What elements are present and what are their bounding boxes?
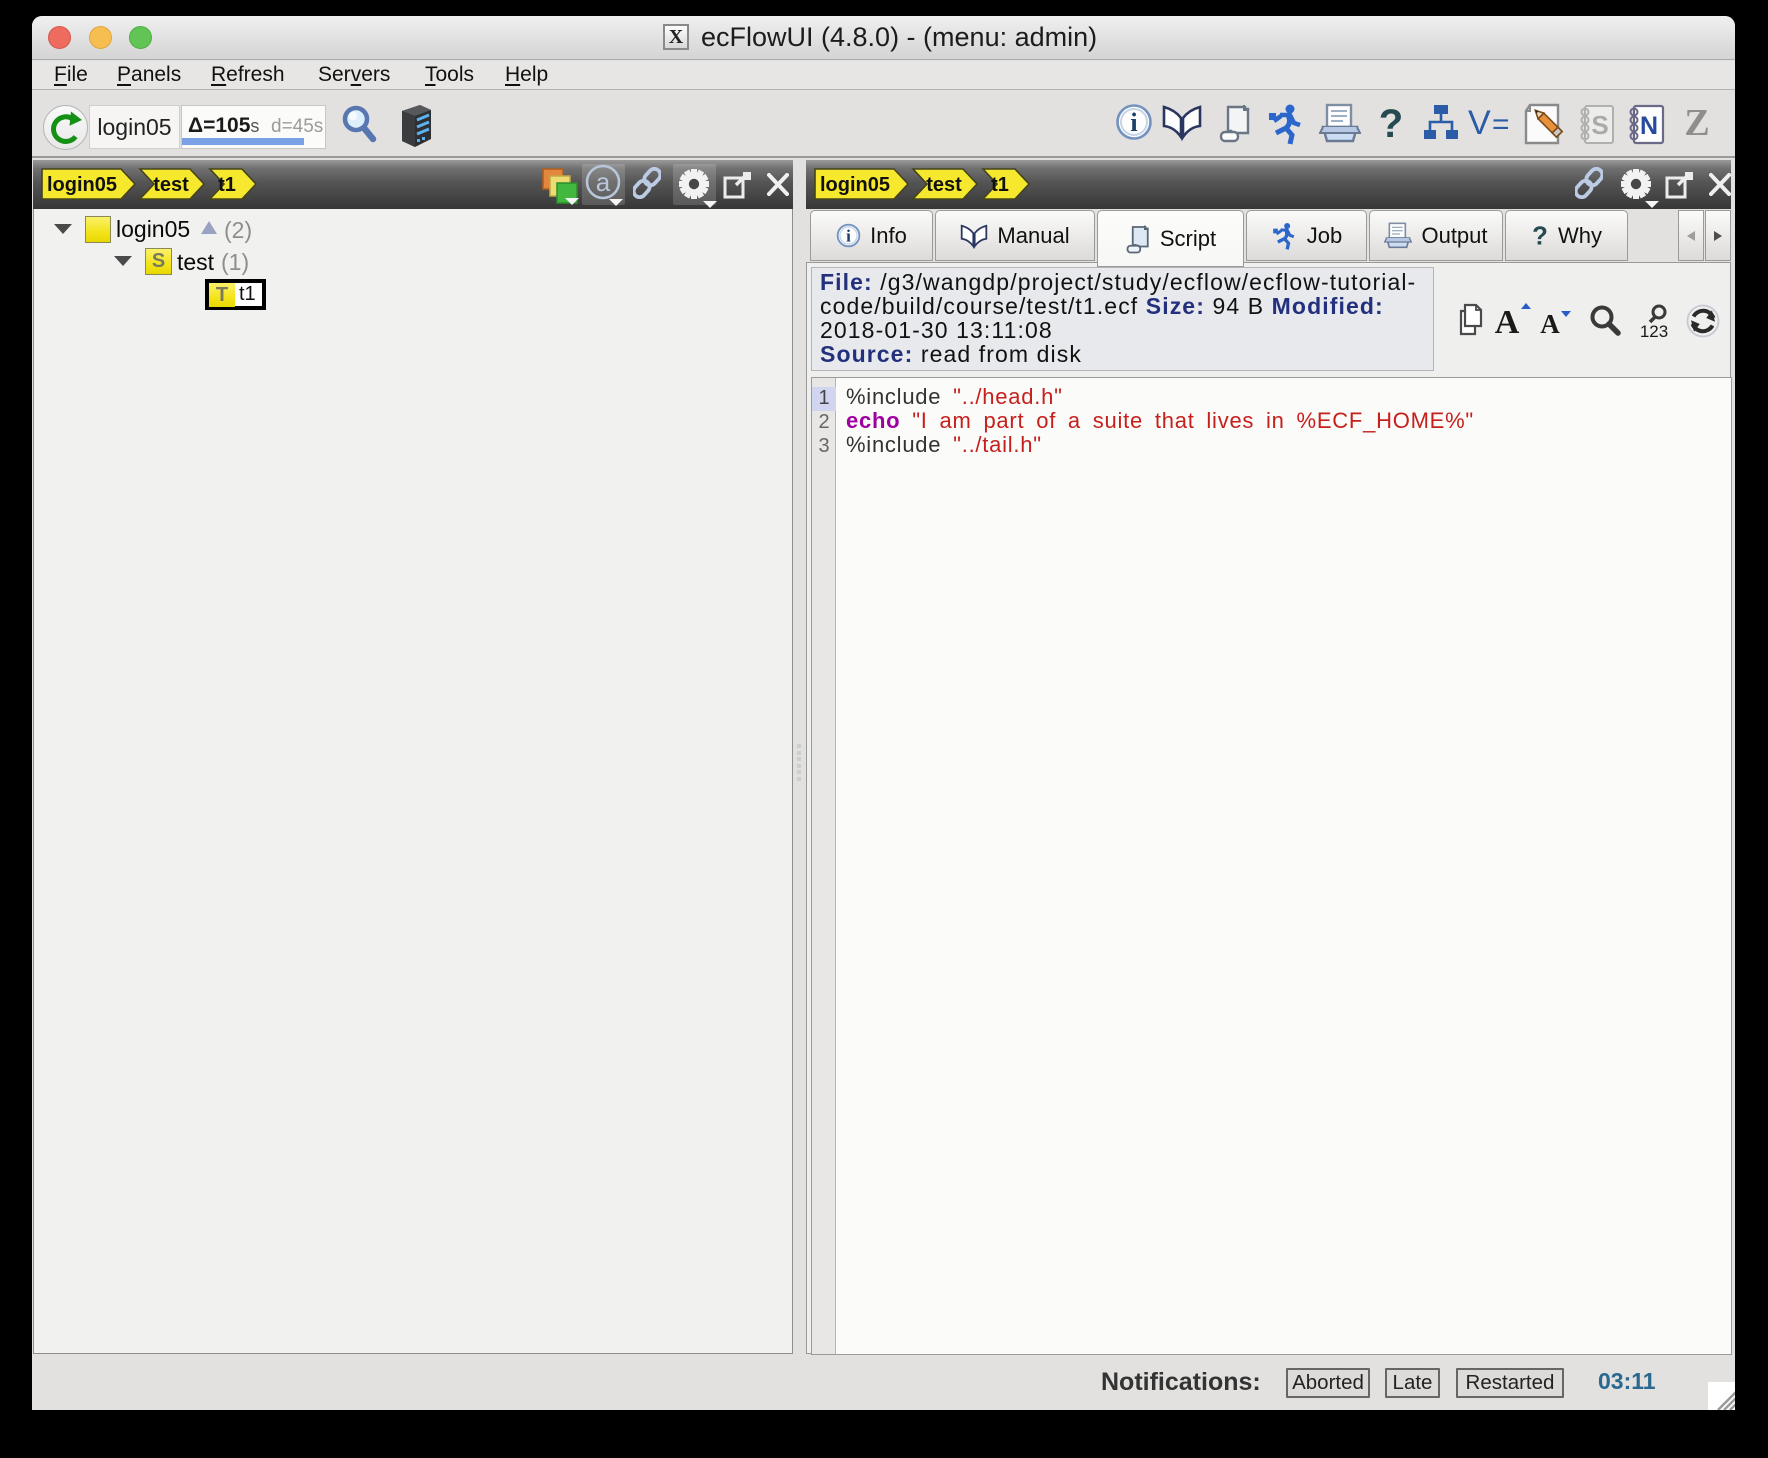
svg-text:a: a — [596, 167, 611, 197]
svg-text:i: i — [846, 226, 851, 245]
svg-text:t1: t1 — [991, 174, 1009, 196]
svg-text:V: V — [1468, 104, 1491, 142]
svg-text:login05: login05 — [820, 174, 890, 196]
svg-text:A: A — [1540, 309, 1560, 339]
svg-text:?: ? — [1379, 103, 1403, 145]
svg-text:test: test — [926, 174, 962, 196]
svg-text:S: S — [1591, 110, 1608, 140]
svg-text:Z: Z — [1684, 103, 1709, 143]
svg-text:login05: login05 — [47, 174, 117, 196]
svg-text:N: N — [1640, 112, 1658, 140]
svg-text:A: A — [1495, 304, 1520, 339]
svg-text:test: test — [153, 174, 189, 196]
svg-text:123: 123 — [1640, 322, 1668, 341]
svg-text:=: = — [1492, 108, 1510, 141]
svg-text:t1: t1 — [218, 174, 236, 196]
svg-text:?: ? — [1532, 222, 1548, 250]
svg-text:i: i — [1130, 108, 1137, 137]
